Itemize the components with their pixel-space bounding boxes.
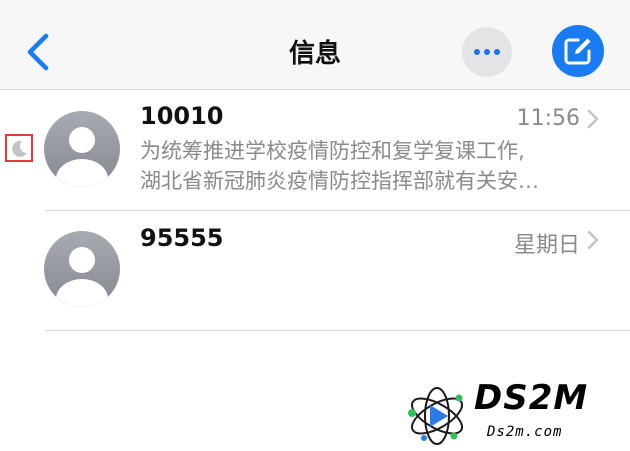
sender-name: 10010 xyxy=(140,102,224,130)
sender-name: 95555 xyxy=(140,224,224,252)
avatar xyxy=(44,111,120,187)
message-time: 11:56 xyxy=(516,106,580,131)
ellipsis-dot xyxy=(484,49,490,55)
watermark-logo-icon xyxy=(408,387,463,445)
back-button[interactable] xyxy=(20,30,56,74)
compose-icon xyxy=(564,38,591,65)
row-separator xyxy=(45,330,630,331)
nav-bar: 信息 xyxy=(0,0,630,90)
chevron-right-icon xyxy=(587,230,599,250)
preview-line: 湖北省新冠肺炎疫情防控指挥部就有关安… xyxy=(140,169,539,193)
ellipsis-icon xyxy=(474,49,480,55)
page-title: 信息 xyxy=(288,39,341,69)
message-preview: 为统筹推进学校疫情防控和复学复课工作, 湖北省新冠肺炎疫情防控指挥部就有关安… xyxy=(140,136,600,196)
ellipsis-dot xyxy=(494,49,500,55)
messages-screen: 信息 10010 11:56 为统筹推进学校疫情防控和复学复课工作, 湖北省新冠… xyxy=(0,0,630,451)
watermark-url: Ds2m.com xyxy=(487,424,563,440)
preview-line: 为统筹推进学校疫情防控和复学复课工作, xyxy=(140,139,525,163)
message-time: 星期日 xyxy=(513,233,580,258)
conversation-row[interactable]: 95555 星期日 xyxy=(0,211,630,330)
more-button[interactable] xyxy=(462,27,512,77)
conversation-row[interactable]: 10010 11:56 为统筹推进学校疫情防控和复学复课工作, 湖北省新冠肺炎疫… xyxy=(0,90,630,210)
avatar xyxy=(44,231,120,307)
compose-button[interactable] xyxy=(552,25,604,77)
chevron-left-icon xyxy=(27,33,49,71)
watermark-brand: DS2M xyxy=(474,378,589,418)
chevron-right-icon xyxy=(587,109,599,129)
